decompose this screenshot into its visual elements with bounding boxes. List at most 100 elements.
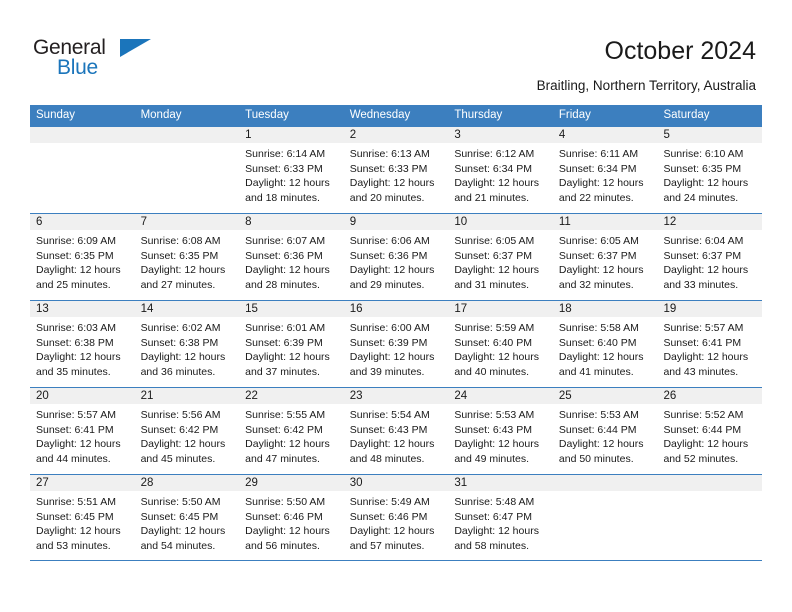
day-cell[interactable]: 28 Sunrise: 5:50 AM Sunset: 6:45 PM Dayligh… [134, 475, 240, 560]
day-cell[interactable]: 7 Sunrise: 6:08 AM Sunset: 6:35 PM Daylight… [134, 214, 240, 300]
day-details: Sunrise: 5:57 AM Sunset: 6:41 PM Daylight:… [30, 404, 135, 466]
day-detail-line: Sunset: 6:37 PM [663, 249, 742, 262]
day-detail-line: and 36 minutes. [140, 365, 216, 378]
day-detail-line: Sunset: 6:38 PM [140, 336, 219, 349]
day-detail-line: Sunset: 6:36 PM [245, 249, 323, 262]
day-cell[interactable]: 11 Sunrise: 6:05 AM Sunset: 6:37 PM Dayligh… [552, 214, 658, 300]
day-cell[interactable]: 23 Sunrise: 5:54 AM Sunset: 6:43 PM Dayligh… [343, 388, 449, 474]
brand-logo[interactable]: General Blue [33, 36, 153, 84]
day-detail-line: Sunrise: 6:10 AM [663, 148, 744, 160]
day-detail-line: Daylight: 12 hours [454, 438, 539, 450]
day-detail-line: Sunrise: 6:09 AM [36, 235, 116, 247]
day-number: 15 [239, 301, 344, 317]
day-detail-line: Sunset: 6:41 PM [663, 336, 742, 349]
day-cell[interactable]: 1 Sunrise: 6:14 AM Sunset: 6:33 PM Daylight… [239, 127, 344, 213]
day-cell[interactable]: 31 Sunrise: 5:48 AM Sunset: 6:47 PM Dayligh… [448, 475, 553, 560]
day-number: 21 [134, 388, 240, 404]
day-detail-line: and 25 minutes. [36, 278, 111, 291]
day-details: Sunrise: 5:55 AM Sunset: 6:42 PM Daylight:… [239, 404, 344, 466]
day-detail-line: Sunrise: 5:58 AM [558, 322, 639, 334]
day-detail-line: and 47 minutes. [245, 452, 320, 465]
day-detail-line: Sunrise: 5:50 AM [245, 496, 326, 508]
day-details: Sunrise: 5:51 AM Sunset: 6:45 PM Daylight:… [30, 491, 135, 553]
day-detail-line: Daylight: 12 hours [245, 351, 330, 363]
day-detail-line: and 33 minutes. [663, 278, 739, 291]
day-cell[interactable]: 19 Sunrise: 5:57 AM Sunset: 6:41 PM Dayligh… [657, 301, 763, 387]
calendar-week-row: 20 Sunrise: 5:57 AM Sunset: 6:41 PM Dayligh… [30, 387, 763, 474]
day-details [30, 143, 135, 147]
day-detail-line: and 43 minutes. [663, 365, 739, 378]
day-cell[interactable]: 15 Sunrise: 6:01 AM Sunset: 6:39 PM Dayligh… [239, 301, 344, 387]
day-cell[interactable]: 5 Sunrise: 6:10 AM Sunset: 6:35 PM Daylight… [657, 127, 763, 213]
day-cell[interactable]: 9 Sunrise: 6:06 AM Sunset: 6:36 PM Daylight… [343, 214, 449, 300]
day-cell[interactable]: 24 Sunrise: 5:53 AM Sunset: 6:43 PM Dayligh… [448, 388, 553, 474]
day-cell[interactable]: 20 Sunrise: 5:57 AM Sunset: 6:41 PM Dayligh… [30, 388, 135, 474]
day-cell[interactable]: 21 Sunrise: 5:56 AM Sunset: 6:42 PM Dayligh… [134, 388, 240, 474]
day-cell[interactable]: 4 Sunrise: 6:11 AM Sunset: 6:34 PM Daylight… [552, 127, 658, 213]
day-detail-line: and 32 minutes. [558, 278, 634, 291]
weekday-header-thursday: Thursday [454, 109, 503, 121]
day-detail-line: and 31 minutes. [454, 278, 530, 291]
day-detail-line: and 24 minutes. [663, 191, 739, 204]
day-cell[interactable]: 16 Sunrise: 6:00 AM Sunset: 6:39 PM Dayligh… [343, 301, 449, 387]
day-detail-line: and 28 minutes. [245, 278, 320, 291]
day-detail-line: Daylight: 12 hours [245, 264, 330, 276]
day-detail-line: and 50 minutes. [558, 452, 634, 465]
day-cell[interactable]: 18 Sunrise: 5:58 AM Sunset: 6:40 PM Dayligh… [552, 301, 658, 387]
day-detail-line: Daylight: 12 hours [454, 525, 539, 537]
day-details [553, 491, 658, 495]
day-cell[interactable]: 26 Sunrise: 5:52 AM Sunset: 6:44 PM Dayligh… [657, 388, 763, 474]
day-details: Sunrise: 6:02 AM Sunset: 6:38 PM Daylight:… [135, 317, 240, 379]
calendar-grid: Sunday Monday Tuesday Wednesday Thursday Frid… [30, 105, 763, 561]
day-detail-line: Sunrise: 6:00 AM [349, 322, 430, 334]
day-detail-line: Daylight: 12 hours [558, 438, 644, 450]
day-detail-line: Sunrise: 6:12 AM [454, 148, 535, 160]
day-detail-line: Daylight: 12 hours [663, 438, 749, 450]
day-detail-line: Sunrise: 6:02 AM [140, 322, 221, 334]
day-cell[interactable]: 17 Sunrise: 5:59 AM Sunset: 6:40 PM Dayligh… [448, 301, 553, 387]
day-cell[interactable]: 10 Sunrise: 6:05 AM Sunset: 6:37 PM Dayligh… [448, 214, 553, 300]
day-cell[interactable]: 29 Sunrise: 5:50 AM Sunset: 6:46 PM Dayligh… [239, 475, 344, 560]
day-details: Sunrise: 6:11 AM Sunset: 6:34 PM Daylight:… [553, 143, 658, 205]
day-cell-empty [134, 127, 240, 213]
day-cell[interactable]: 3 Sunrise: 6:12 AM Sunset: 6:34 PM Daylight… [448, 127, 553, 213]
day-details: Sunrise: 5:56 AM Sunset: 6:42 PM Daylight:… [135, 404, 240, 466]
day-number: 6 [30, 214, 135, 230]
day-cell[interactable]: 12 Sunrise: 6:04 AM Sunset: 6:37 PM Dayligh… [657, 214, 763, 300]
day-detail-line: Sunset: 6:47 PM [454, 510, 532, 523]
day-number: 20 [30, 388, 135, 404]
day-cell[interactable]: 22 Sunrise: 5:55 AM Sunset: 6:42 PM Dayligh… [239, 388, 344, 474]
page-header: General Blue October 2024 Braitling, Nor… [0, 0, 792, 104]
day-detail-line: Sunrise: 6:06 AM [349, 235, 430, 247]
calendar-week-row: 13 Sunrise: 6:03 AM Sunset: 6:38 PM Dayligh… [30, 300, 763, 387]
day-number: 25 [552, 388, 658, 404]
day-details: Sunrise: 5:54 AM Sunset: 6:43 PM Daylight:… [344, 404, 449, 466]
day-cell[interactable]: 30 Sunrise: 5:49 AM Sunset: 6:46 PM Dayligh… [343, 475, 449, 560]
day-detail-line: Sunrise: 6:04 AM [663, 235, 744, 247]
day-number: 28 [134, 475, 240, 491]
day-cell[interactable]: 13 Sunrise: 6:03 AM Sunset: 6:38 PM Dayligh… [30, 301, 135, 387]
day-detail-line: and 58 minutes. [454, 539, 530, 552]
day-number: 13 [30, 301, 135, 317]
day-cell[interactable]: 27 Sunrise: 5:51 AM Sunset: 6:45 PM Dayligh… [30, 475, 135, 560]
day-number: 29 [239, 475, 344, 491]
day-detail-line: Daylight: 12 hours [558, 351, 644, 363]
day-detail-line: and 21 minutes. [454, 191, 530, 204]
day-cell[interactable]: 2 Sunrise: 6:13 AM Sunset: 6:33 PM Daylight… [343, 127, 449, 213]
day-details: Sunrise: 6:13 AM Sunset: 6:33 PM Daylight:… [344, 143, 449, 205]
day-detail-line: Sunrise: 6:08 AM [140, 235, 221, 247]
day-details: Sunrise: 6:05 AM Sunset: 6:37 PM Daylight:… [553, 230, 658, 292]
day-details: Sunrise: 5:50 AM Sunset: 6:46 PM Daylight:… [239, 491, 344, 553]
day-detail-line: Sunrise: 6:01 AM [245, 322, 326, 334]
day-cell[interactable]: 25 Sunrise: 5:53 AM Sunset: 6:44 PM Dayligh… [552, 388, 658, 474]
weekday-header-sunday: Sunday [36, 109, 76, 121]
day-detail-line: Sunrise: 5:57 AM [663, 322, 744, 334]
day-cell[interactable]: 14 Sunrise: 6:02 AM Sunset: 6:38 PM Dayligh… [134, 301, 240, 387]
day-details: Sunrise: 5:53 AM Sunset: 6:44 PM Daylight:… [553, 404, 658, 466]
day-number: 30 [343, 475, 449, 491]
day-number: 8 [239, 214, 344, 230]
day-cell[interactable]: 6 Sunrise: 6:09 AM Sunset: 6:35 PM Daylight… [30, 214, 135, 300]
day-details: Sunrise: 5:52 AM Sunset: 6:44 PM Daylight:… [657, 404, 762, 466]
day-details: Sunrise: 6:00 AM Sunset: 6:39 PM Daylight:… [344, 317, 449, 379]
day-cell[interactable]: 8 Sunrise: 6:07 AM Sunset: 6:36 PM Daylight… [239, 214, 344, 300]
